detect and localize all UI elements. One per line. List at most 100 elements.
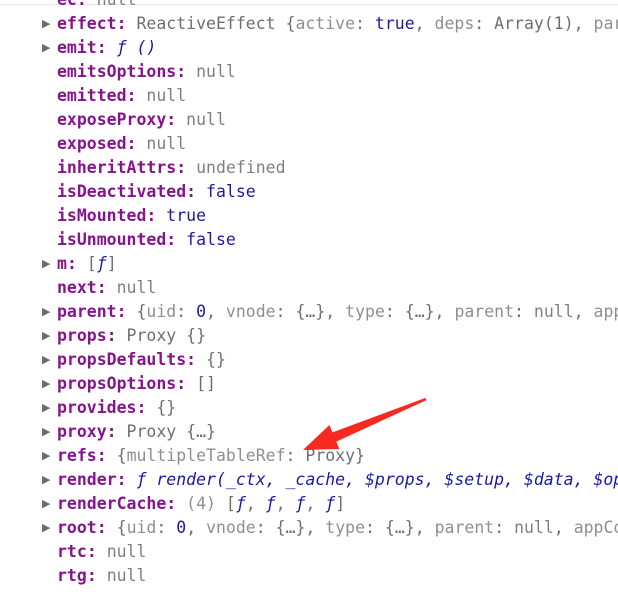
disclosure-triangle-icon[interactable]: ▶ <box>42 252 54 276</box>
property-row[interactable]: isUnmounted: false <box>0 228 618 252</box>
property-row[interactable]: ▶ render: ƒ render(_ctx, _cache, $props, … <box>0 468 618 492</box>
property-separator: : <box>166 494 187 513</box>
value-token: : <box>355 14 375 33</box>
property-value: {uid: 0, vnode: {…}, type: {…}, parent: … <box>117 518 618 537</box>
disclosure-triangle-icon[interactable]: ▶ <box>42 516 54 540</box>
property-separator: : <box>176 158 197 177</box>
property-separator: : <box>86 566 107 585</box>
property-value: null <box>97 0 137 9</box>
property-row[interactable]: next: null <box>0 276 618 300</box>
property-row[interactable]: ▶ refs: {multipleTableRef: Proxy} <box>0 444 618 468</box>
property-separator: : <box>126 86 147 105</box>
disclosure-triangle-icon[interactable]: ▶ <box>42 348 54 372</box>
property-name: rtc <box>57 542 87 561</box>
property-row[interactable]: exposeProxy: null <box>0 108 618 132</box>
property-value: Proxy {} <box>126 326 207 345</box>
property-row[interactable]: ▶ proxy: Proxy {…} <box>0 420 618 444</box>
value-token: Proxy} <box>305 446 365 465</box>
property-name: emitsOptions <box>57 62 177 81</box>
disclosure-triangle-icon[interactable]: ▶ <box>42 396 54 420</box>
property-separator: : <box>116 14 137 33</box>
property-separator: : <box>106 326 127 345</box>
property-separator: : <box>116 302 137 321</box>
property-name: exposed <box>57 134 127 153</box>
property-value: false <box>186 230 236 249</box>
property-name: proxy <box>57 422 107 441</box>
disclosure-triangle-icon[interactable]: ▶ <box>42 444 54 468</box>
property-name: render <box>57 470 117 489</box>
property-name: refs <box>57 446 97 465</box>
property-separator: : <box>96 278 117 297</box>
disclosure-triangle-icon[interactable]: ▶ <box>42 492 54 516</box>
value-token: null <box>514 518 554 537</box>
property-row[interactable]: rtc: null <box>0 540 618 564</box>
property-separator: : <box>86 542 107 561</box>
property-row[interactable]: exposed: null <box>0 132 618 156</box>
property-row[interactable]: ec: null <box>0 0 618 12</box>
property-value: [ƒ] <box>87 254 117 273</box>
property-value: null <box>106 542 147 561</box>
property-value: undefined <box>196 158 286 177</box>
value-token: Array(1) <box>494 14 574 33</box>
value-token: ƒ <box>295 494 306 513</box>
property-row[interactable]: ▶ props: Proxy {} <box>0 324 618 348</box>
value-token: [ <box>86 254 97 273</box>
value-token: : <box>285 446 306 465</box>
property-separator: : <box>116 470 137 489</box>
property-value: null <box>196 62 236 81</box>
value-token: true <box>374 14 415 33</box>
property-name: next <box>57 278 97 297</box>
value-token: multipleTableRef <box>126 446 286 465</box>
value-token: , <box>573 302 594 321</box>
property-value: ƒ () <box>116 38 157 57</box>
property-row[interactable]: ▶ root: {uid: 0, vnode: {…}, type: {…}, p… <box>0 516 618 540</box>
disclosure-triangle-icon[interactable]: ▶ <box>42 36 54 60</box>
property-row[interactable]: isMounted: true <box>0 204 618 228</box>
property-name: isUnmounted <box>57 230 167 249</box>
property-row[interactable]: ▶ effect: ReactiveEffect {active: true, d… <box>0 12 618 36</box>
disclosure-triangle-icon[interactable]: ▶ <box>42 468 54 492</box>
disclosure-triangle-icon[interactable]: ▶ <box>42 420 54 444</box>
property-separator: : <box>106 422 127 441</box>
property-value: {multipleTableRef: Proxy} <box>117 446 365 465</box>
disclosure-triangle-icon[interactable]: ▶ <box>42 324 54 348</box>
value-token: : <box>494 518 515 537</box>
value-token: ReactiveEffect { <box>136 14 296 33</box>
property-name: exposeProxy <box>57 110 167 129</box>
property-row[interactable]: ▶ parent: {uid: 0, vnode: {…}, type: {…},… <box>0 300 618 324</box>
property-row[interactable]: ▶ emit: ƒ () <box>0 36 618 60</box>
property-row[interactable]: ▶ renderCache: (4) [ƒ, ƒ, ƒ, ƒ] <box>0 492 618 516</box>
property-value: null <box>186 110 226 129</box>
value-token: uid <box>146 302 177 321</box>
disclosure-triangle-icon[interactable]: ▶ <box>42 300 54 324</box>
property-name: ec <box>57 0 77 9</box>
property-name: isMounted <box>57 206 147 225</box>
property-value: null <box>106 566 147 585</box>
property-separator: : <box>186 182 207 201</box>
value-token: ƒ <box>235 494 246 513</box>
value-token: ƒ <box>325 494 336 513</box>
property-name: props <box>57 326 107 345</box>
value-token: type <box>325 518 366 537</box>
property-row[interactable]: ▶ propsOptions: [] <box>0 372 618 396</box>
property-separator: : <box>176 62 197 81</box>
disclosure-triangle-icon[interactable]: ▶ <box>42 372 54 396</box>
property-separator: : <box>96 446 117 465</box>
property-row[interactable]: ▶ propsDefaults: {} <box>0 348 618 372</box>
value-token: parent <box>454 302 515 321</box>
property-separator: : <box>136 398 157 417</box>
disclosure-triangle-icon[interactable]: ▶ <box>42 12 54 36</box>
value-token: uid <box>126 518 157 537</box>
property-row[interactable]: rtg: null <box>0 564 618 588</box>
property-row[interactable]: inheritAttrs: undefined <box>0 156 618 180</box>
value-token: par <box>593 14 618 33</box>
value-token: vnode <box>225 302 276 321</box>
value-token: ] <box>335 494 346 513</box>
property-row[interactable]: ▶ m: [ƒ] <box>0 252 618 276</box>
property-value: Proxy {…} <box>126 422 216 441</box>
value-token: : {…}, <box>255 518 326 537</box>
property-row[interactable]: emitted: null <box>0 84 618 108</box>
property-row[interactable]: ▶ provides: {} <box>0 396 618 420</box>
property-row[interactable]: isDeactivated: false <box>0 180 618 204</box>
property-row[interactable]: emitsOptions: null <box>0 60 618 84</box>
